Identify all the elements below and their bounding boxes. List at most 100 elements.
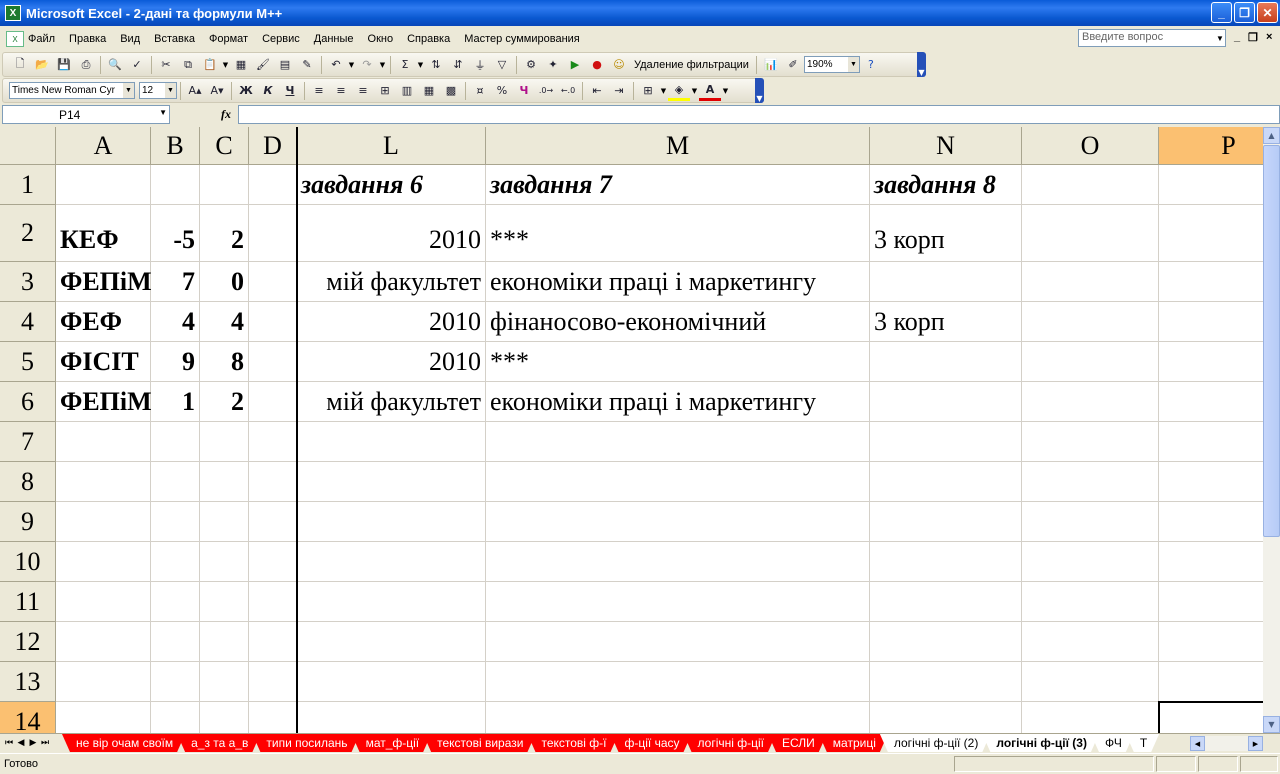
cell-b12[interactable] [151,622,200,662]
cell-c11[interactable] [200,582,249,622]
cell-n9[interactable] [870,502,1022,542]
cell-n7[interactable] [870,422,1022,462]
scroll-left-icon[interactable]: ◀ [1190,736,1205,751]
cell-l5[interactable]: 2010 [297,342,486,382]
cell-m8[interactable] [486,462,870,502]
font-color-icon[interactable]: A [699,81,721,101]
horizontal-scrollbar[interactable]: ◀ ▶ [1190,736,1263,751]
cell-l6[interactable]: мій факультет [297,382,486,422]
prev-sheet-icon[interactable]: ◀ [15,738,27,748]
active-cell-p14[interactable] [1158,701,1263,733]
cell-p10[interactable] [1159,542,1263,582]
fx-icon[interactable]: fx [221,107,231,122]
sheet-tab[interactable]: логічні ф-ції [684,734,776,752]
menu-data[interactable]: Данные [307,33,361,45]
chevron-down-icon[interactable]: ▼ [1214,30,1226,46]
cell-p6[interactable] [1159,382,1263,422]
cell-l2[interactable]: 2010 [297,205,486,262]
currency-icon[interactable]: ¤ [469,81,491,101]
shrink-font-icon[interactable]: A ▼ [206,81,228,101]
cell-n10[interactable] [870,542,1022,582]
increase-indent-icon[interactable]: ⇥ [608,81,630,101]
sheet-tab[interactable]: не вір очам своїм [62,734,185,752]
cell-c13[interactable] [200,662,249,702]
scroll-down-icon[interactable]: ▼ [1263,716,1280,733]
cell-l11[interactable] [297,582,486,622]
cell-a14[interactable] [56,702,151,733]
menu-file[interactable]: Файл [24,33,62,45]
cell-l12[interactable] [297,622,486,662]
cell-a3[interactable]: ФЕПіМ [56,262,152,302]
row-header-3[interactable]: 3 [0,262,56,302]
bold-button[interactable]: Ж [235,81,257,101]
borders-icon[interactable]: ⊞ [637,81,659,101]
cell-m1[interactable]: завдання 7 [486,165,870,205]
undo-dropdown-icon[interactable]: ▼ [347,61,356,69]
cell-d2[interactable] [249,205,297,262]
cell-d10[interactable] [249,542,297,582]
run-icon[interactable]: ▶ [564,55,586,75]
cell-o13[interactable] [1022,662,1159,702]
row-header-10[interactable]: 10 [0,542,56,582]
grid-table-icon[interactable]: ▩ [440,81,462,101]
cell-c9[interactable] [200,502,249,542]
cell-c7[interactable] [200,422,249,462]
cell-p7[interactable] [1159,422,1263,462]
minimize-icon[interactable]: _ [1211,2,1232,23]
cell-n12[interactable] [870,622,1022,662]
cell-m11[interactable] [486,582,870,622]
toolbar-options-icon[interactable]: ▼ [755,78,764,103]
cell-m7[interactable] [486,422,870,462]
cell-n2[interactable]: 3 корп [870,205,1022,262]
cell-b4[interactable]: 4 [151,302,200,342]
cell-p2[interactable] [1159,205,1263,262]
paste-special-icon[interactable]: ▦ [230,55,252,75]
name-box[interactable]: P14 ▼ [2,105,170,124]
cell-o5[interactable] [1022,342,1159,382]
percent-button[interactable]: % [491,81,513,101]
cell-n3[interactable] [870,262,1022,302]
cell-n5[interactable] [870,342,1022,382]
chevron-down-icon[interactable]: ▼ [165,83,176,98]
sheet-tab[interactable]: мат_ф-ції [352,734,432,752]
cell-c5[interactable]: 8 [200,342,249,382]
close-icon[interactable]: ✕ [1257,2,1278,23]
cell-n6[interactable] [870,382,1022,422]
new-icon[interactable]: 🗋 [9,55,31,75]
print-preview-icon[interactable]: 🔍 [104,55,126,75]
cell-o14[interactable] [1022,702,1159,733]
cell-m9[interactable] [486,502,870,542]
cell-b11[interactable] [151,582,200,622]
doc-close-icon[interactable]: × [1266,31,1272,43]
sort-ascending-icon[interactable]: ⇅ [425,55,447,75]
cell-c8[interactable] [200,462,249,502]
help-icon[interactable]: ? [860,55,882,75]
document-icon[interactable]: X [6,31,24,47]
border-table-icon[interactable]: ▦ [418,81,440,101]
cell-d6[interactable] [249,382,297,422]
chevron-down-icon[interactable]: ▼ [159,108,167,117]
cell-a4[interactable]: ФЕФ [56,302,151,342]
cell-d8[interactable] [249,462,297,502]
sheet-tab[interactable]: логічні ф-ції (3) [982,734,1099,752]
cell-n8[interactable] [870,462,1022,502]
cell-a11[interactable] [56,582,151,622]
sheet-tab[interactable]: матриці [819,734,888,752]
doc-minimize-icon[interactable]: _ [1234,31,1240,43]
font-name-combo[interactable]: Times New Roman Cyr ▼ [9,82,135,99]
col-header-a[interactable]: A [56,127,151,165]
sheet-tab[interactable]: а_з та а_в [177,734,260,752]
cell-l8[interactable] [297,462,486,502]
merge-center-icon[interactable]: ⊞ [374,81,396,101]
doc-restore-icon[interactable]: ❐ [1248,31,1258,44]
cell-d7[interactable] [249,422,297,462]
cell-m13[interactable] [486,662,870,702]
cell-b6[interactable]: 1 [151,382,200,422]
sort-descending-icon[interactable]: ⇵ [447,55,469,75]
cell-n13[interactable] [870,662,1022,702]
cell-b10[interactable] [151,542,200,582]
print-icon[interactable]: ⎙ [75,55,97,75]
scroll-right-icon[interactable]: ▶ [1248,736,1263,751]
cell-o4[interactable] [1022,302,1159,342]
undo-icon[interactable]: ↶ [325,55,347,75]
